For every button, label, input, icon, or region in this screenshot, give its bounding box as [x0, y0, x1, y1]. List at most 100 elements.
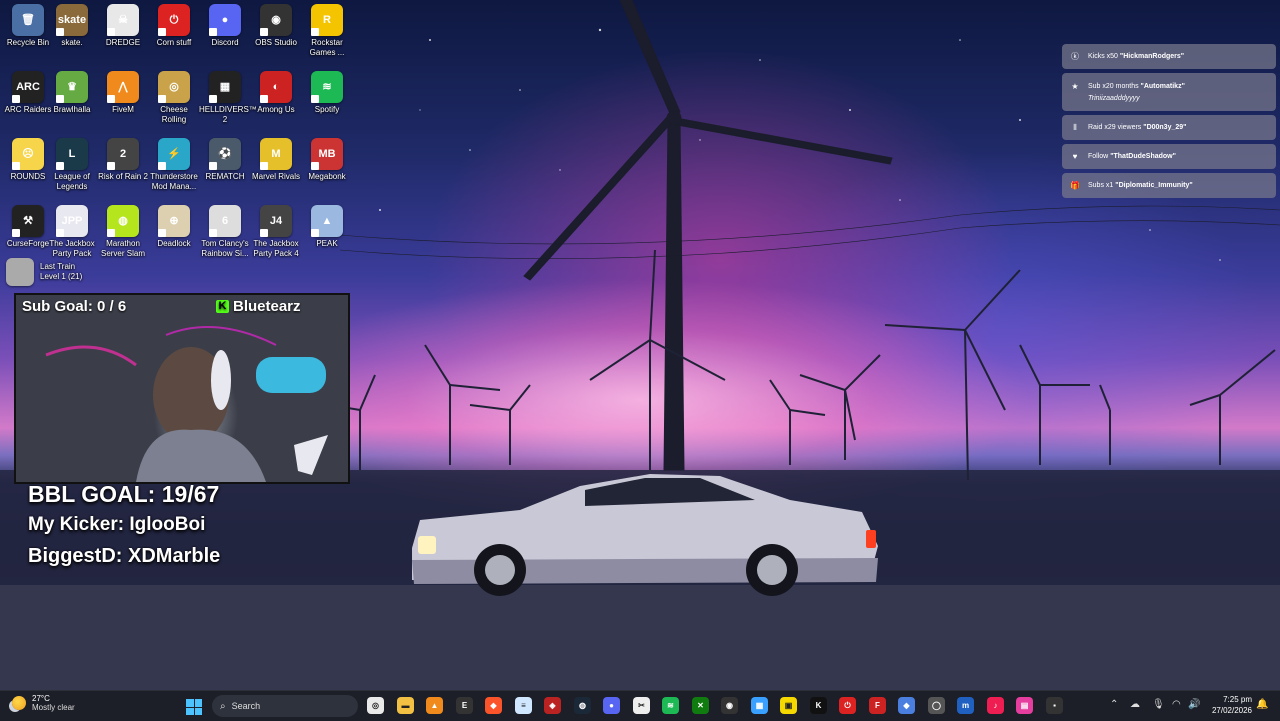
taskbar-app-spotify[interactable]: ≋ — [662, 697, 679, 714]
desktop-icon[interactable]: ⊕ Deadlock — [148, 205, 200, 249]
biggest-d: BiggestD: XDMarble — [28, 545, 221, 567]
desktop-icon[interactable]: ◍ Marathon Server Slam — [97, 205, 149, 259]
desktop-icon[interactable]: 6 Tom Clancy's Rainbow Si... — [199, 205, 251, 259]
app-icon: ◍ — [107, 205, 139, 237]
desktop-icon-label: Discord — [211, 38, 239, 47]
taskbar-app-app-f[interactable]: F — [869, 697, 886, 714]
desktop-icon[interactable]: ◎ Cheese Rolling — [148, 71, 200, 125]
weather-widget[interactable]: 27°C Mostly clear — [12, 694, 75, 712]
alert-text: Sub x20 months "Automatikz" — [1088, 83, 1185, 90]
app-icon: ◐ — [260, 71, 292, 103]
desktop-icon-label: Risk of Rain 2 — [98, 172, 148, 181]
start-button[interactable] — [186, 699, 202, 715]
desktop-icon[interactable]: JPP The Jackbox Party Pack — [46, 205, 98, 259]
taskbar-app-tiktok[interactable]: ♪ — [987, 697, 1004, 714]
app-icon: 🗑 — [12, 4, 44, 36]
taskbar-app-app-red[interactable]: ◈ — [544, 697, 561, 714]
taskbar-app-app-circle[interactable]: ◯ — [928, 697, 945, 714]
app-icon: ● — [209, 4, 241, 36]
desktop-icon[interactable]: ≋ Spotify — [301, 71, 353, 115]
desktop-icon[interactable]: skate skate. — [46, 4, 98, 48]
desktop-icon[interactable]: M Marvel Rivals — [250, 138, 302, 182]
wifi-icon[interactable]: ◠ — [1172, 699, 1181, 710]
taskbar-app-photos[interactable]: ▦ — [751, 697, 768, 714]
volume-icon[interactable]: 🔊 — [1188, 699, 1200, 710]
desktop-icon-label: Rockstar Games ... — [309, 38, 345, 57]
bbl-goal: BBL GOAL: 19/67 — [28, 481, 220, 507]
my-kicker: My Kicker: IglooBoi — [28, 514, 206, 535]
desktop-icon[interactable]: ◉ OBS Studio — [250, 4, 302, 48]
desktop-icon-label: Spotify — [314, 105, 340, 114]
desktop-icon-label: The Jackbox Party Pack — [49, 239, 95, 258]
desktop-icon-label: FiveM — [112, 105, 134, 114]
desktop-icon[interactable]: ☠ DREDGE — [97, 4, 149, 48]
microphone-icon[interactable]: 🎙 — [1152, 699, 1165, 710]
taskbar-app-app-dark[interactable]: ▪ — [1046, 697, 1063, 714]
taskbar-app-capcut[interactable]: ✂ — [633, 697, 650, 714]
app-icon: ▦ — [209, 71, 241, 103]
notification-bell-icon[interactable]: 🔔 — [1256, 699, 1268, 710]
desktop-icon-label: Brawlhalla — [53, 105, 91, 114]
desktop-icon-label: PEAK — [316, 239, 338, 248]
taskbar-app-epic-games[interactable]: E — [456, 697, 473, 714]
taskbar-app-corn-stuff[interactable]: ⏻ — [839, 697, 856, 714]
desktop-icon[interactable]: R Rockstar Games ... — [301, 4, 353, 58]
alert-icon: ★ — [1071, 82, 1079, 91]
alert-item: 🎁 Subs x1 "Diplomatic_Immunity" — [1062, 173, 1276, 198]
taskbar-app-app-diamond[interactable]: ◆ — [898, 697, 915, 714]
onedrive-icon[interactable]: ☁ — [1130, 699, 1140, 710]
desktop-icon-label: DREDGE — [105, 38, 141, 47]
desktop-icon[interactable]: ⏻ Corn stuff — [148, 4, 200, 48]
desktop-icon-label: Megabonk — [308, 172, 346, 181]
desktop-icon[interactable]: L League of Legends — [46, 138, 98, 192]
desktop-icon[interactable]: ● Discord — [199, 4, 251, 48]
search-box[interactable]: ⌕ Search — [212, 695, 358, 717]
desktop-icon-label: Tom Clancy's Rainbow Si... — [201, 239, 249, 258]
desktop-icon[interactable]: ⚽ REMATCH — [199, 138, 251, 182]
desktop-icon-label: Marathon Server Slam — [100, 239, 145, 258]
app-icon: 2 — [107, 138, 139, 170]
alert-icon: 🎁 — [1070, 181, 1080, 190]
desktop-icon[interactable]: J4 The Jackbox Party Pack 4 — [250, 205, 302, 259]
taskbar-app-brave[interactable]: ◆ — [485, 697, 502, 714]
taskbar-app-discord[interactable]: ● — [603, 697, 620, 714]
sub-goal-label: Sub Goal: 0 / 6 — [22, 298, 127, 315]
taskbar-app-steam[interactable]: ◍ — [574, 697, 591, 714]
weather-temp: 27°C — [32, 694, 50, 703]
system-clock[interactable]: 7:25 pm 27/02/2026 — [1208, 694, 1252, 716]
app-icon: ☠ — [107, 4, 139, 36]
taskbar-app-vlc[interactable]: ▲ — [426, 697, 443, 714]
desktop-icon[interactable]: ▲ PEAK — [301, 205, 353, 249]
app-icon: ♛ — [56, 71, 88, 103]
desktop-icon-label: League of Legends — [54, 172, 90, 191]
clock-date: 27/02/2026 — [1211, 706, 1252, 715]
taskbar-app-kick[interactable]: K — [810, 697, 827, 714]
taskbar-app-sticky-notes[interactable]: ▣ — [780, 697, 797, 714]
event-alerts-panel: ⓚ Kicks x50 "HickmanRodgers" ★ Sub x20 mont… — [1062, 44, 1276, 202]
app-icon: skate — [56, 4, 88, 36]
taskbar-app-notepad[interactable]: ≡ — [515, 697, 532, 714]
app-icon: ≋ — [311, 71, 343, 103]
weather-icon — [12, 696, 26, 710]
desktop-icon[interactable]: ▦ HELLDIVERS™ 2 — [199, 71, 257, 125]
taskbar-app-file-explorer[interactable]: ▬ — [397, 697, 414, 714]
app-icon: ◎ — [158, 71, 190, 103]
taskbar-app-chrome[interactable]: ◎ — [367, 697, 384, 714]
desktop-icon[interactable]: ◐ Among Us — [250, 71, 302, 115]
taskbar-app-mcbd[interactable]: m — [957, 697, 974, 714]
taskbar-app-obs[interactable]: ◉ — [721, 697, 738, 714]
desktop-icon[interactable]: MB Megabonk — [301, 138, 353, 182]
desktop-icon[interactable]: ♛ Brawlhalla — [46, 71, 98, 115]
taskbar-app-xbox[interactable]: ✕ — [692, 697, 709, 714]
weather-condition: Mostly clear — [32, 703, 75, 712]
taskbar-app-app-pink[interactable]: ▤ — [1016, 697, 1033, 714]
desktop-icon-label: Among Us — [257, 105, 295, 114]
channel-name: Bluetearz — [233, 298, 301, 315]
chevron-up-icon[interactable]: ⌃ — [1110, 699, 1118, 710]
app-icon: ⏻ — [158, 4, 190, 36]
desktop-icon[interactable]: ⚡ Thunderstore Mod Mana... — [148, 138, 200, 192]
desktop-icon[interactable]: ⋀ FiveM — [97, 71, 149, 115]
desktop-icon[interactable]: 2 Risk of Rain 2 — [97, 138, 149, 182]
app-icon: ⚒ — [12, 205, 44, 237]
desktop-icon[interactable]: Last Train Level 1 (21) — [6, 258, 116, 286]
